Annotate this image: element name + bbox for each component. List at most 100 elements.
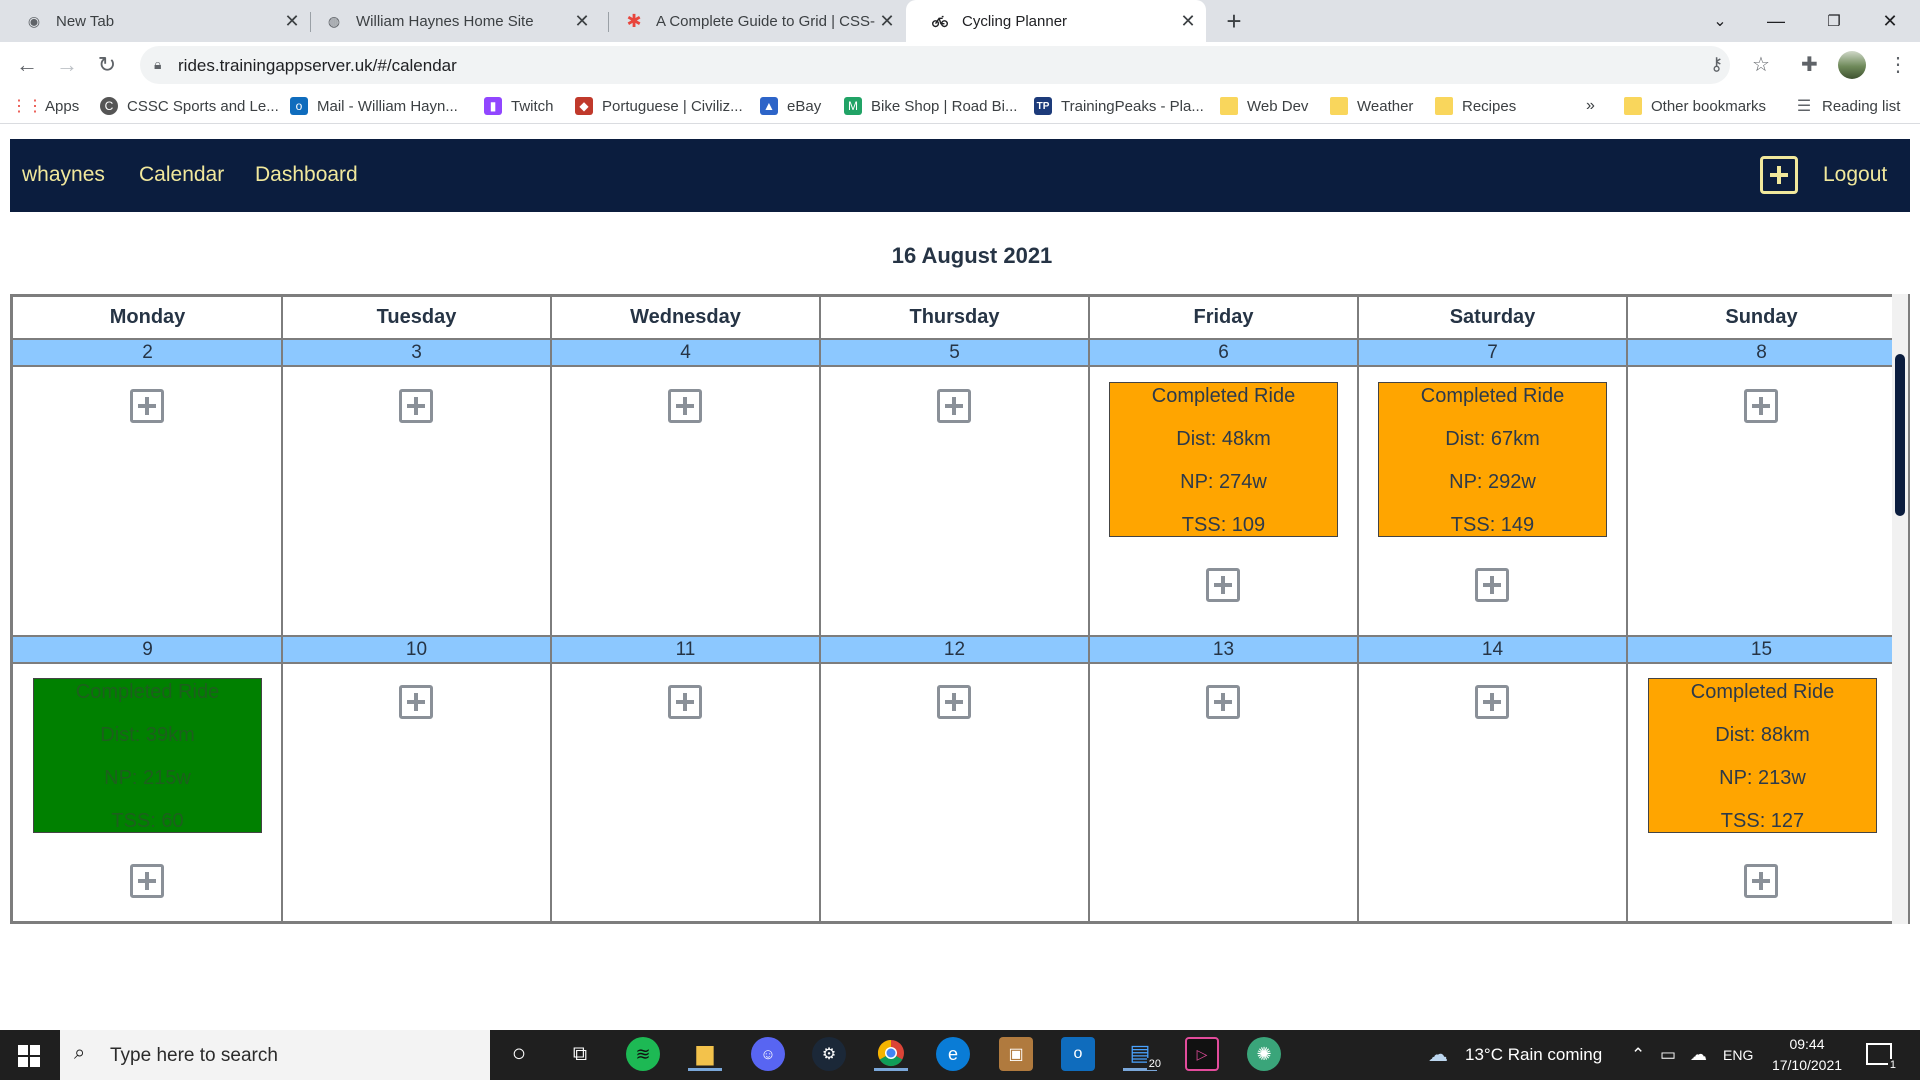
close-icon[interactable]: ✕	[570, 11, 594, 32]
chrome-icon: ◉	[27, 12, 41, 29]
add-ride-plus-icon[interactable]	[1760, 156, 1798, 194]
reading-list-button[interactable]: ☰ Reading list	[1795, 96, 1901, 116]
nav-user-link[interactable]: whaynes	[22, 163, 105, 187]
weekday-header: Monday	[109, 306, 186, 328]
add-ride-button-11[interactable]	[668, 685, 702, 719]
ride-distance: Dist: 48km	[1176, 428, 1271, 450]
edge-icon[interactable]: e	[936, 1037, 970, 1071]
ride-card[interactable]: Completed Ride Dist: 48km NP: 274w TSS: …	[1109, 382, 1338, 537]
profile-avatar[interactable]	[1838, 51, 1866, 79]
system-clock[interactable]: 09:44 17/10/2021	[1762, 1034, 1852, 1076]
tab-css-grid[interactable]: ✱ A Complete Guide to Grid | CSS-T ✕	[600, 0, 905, 42]
bookmark-cssc[interactable]: C CSSC Sports and Le...	[100, 96, 279, 116]
bookmark-folder-web-dev[interactable]: Web Dev	[1220, 96, 1308, 116]
bookmark-bike-shop[interactable]: M Bike Shop | Road Bi...	[844, 96, 1017, 116]
add-ride-button-3[interactable]	[399, 389, 433, 423]
cloud-weather-icon[interactable]: ☁	[1428, 1042, 1448, 1067]
add-ride-button-5[interactable]	[937, 389, 971, 423]
bookmark-folder-other[interactable]: Other bookmarks	[1624, 96, 1766, 116]
close-icon[interactable]: ✕	[875, 11, 899, 32]
onedrive-icon[interactable]: ☁	[1690, 1045, 1707, 1065]
battery-icon[interactable]: ▭	[1660, 1045, 1676, 1065]
nav-dashboard-link[interactable]: Dashboard	[255, 163, 358, 187]
ride-distance: Dist: 67km	[1445, 428, 1540, 450]
add-ride-button-6[interactable]	[1206, 568, 1240, 602]
ride-card[interactable]: Completed Ride Dist: 67km NP: 292w TSS: …	[1378, 382, 1607, 537]
bookmark-ebay[interactable]: ▲ eBay	[760, 96, 821, 116]
add-ride-button-14[interactable]	[1475, 685, 1509, 719]
bookmarks-overflow-chevron[interactable]: »	[1586, 96, 1595, 116]
calendar-scrollbar[interactable]	[1892, 294, 1908, 924]
add-ride-button-4[interactable]	[668, 389, 702, 423]
atom-app-icon[interactable]: ✺	[1247, 1037, 1281, 1071]
tab-william-haynes[interactable]: ◍ William Haynes Home Site ✕	[300, 0, 600, 42]
file-explorer-icon[interactable]: ▆	[688, 1037, 722, 1071]
chevron-up-icon[interactable]: ⌃	[1631, 1045, 1645, 1065]
add-ride-button-8[interactable]	[1744, 389, 1778, 423]
spotify-icon[interactable]: ≋	[626, 1037, 660, 1071]
ride-tss: TSS: 149	[1450, 514, 1535, 536]
add-ride-button-10[interactable]	[399, 685, 433, 719]
bookmark-mail[interactable]: o Mail - William Hayn...	[290, 96, 458, 116]
task-view-icon[interactable]: ⧉	[563, 1037, 597, 1071]
tab-cycling-planner[interactable]: Cycling Planner ✕	[906, 0, 1206, 42]
chrome-taskbar-icon[interactable]	[874, 1037, 908, 1071]
column-divider	[1626, 297, 1628, 921]
bookmark-star-icon[interactable]: ☆	[1752, 52, 1770, 77]
close-window-button[interactable]: ✕	[1862, 0, 1918, 42]
terminal-icon[interactable]: ▷	[1185, 1037, 1219, 1071]
menu-dots-icon[interactable]: ⋮	[1888, 52, 1908, 77]
bookmark-folder-recipes[interactable]: Recipes	[1435, 96, 1516, 116]
close-icon[interactable]: ✕	[1176, 11, 1200, 32]
app-navbar: whaynes Calendar Dashboard Logout	[10, 139, 1910, 212]
date-number: 5	[949, 342, 960, 363]
steam-icon[interactable]: ⚙	[812, 1037, 846, 1071]
restore-button[interactable]: ❐	[1806, 0, 1862, 42]
add-ride-button-13[interactable]	[1206, 685, 1240, 719]
add-ride-button-2[interactable]	[130, 389, 164, 423]
nav-calendar-link[interactable]: Calendar	[139, 163, 224, 187]
logout-link[interactable]: Logout	[1823, 163, 1887, 187]
ride-status: Completed Ride	[1151, 385, 1296, 407]
address-bar[interactable]: 🔒︎ rides.trainingappserver.uk/#/calendar…	[140, 46, 1770, 84]
tp-icon: TP	[1034, 97, 1052, 115]
weather-text[interactable]: 13°C Rain coming	[1465, 1045, 1602, 1065]
ride-card[interactable]: Completed Ride Dist: 88km NP: 213w TSS: …	[1648, 678, 1877, 833]
key-icon[interactable]: ⚷	[1710, 54, 1723, 75]
document-app-icon[interactable]: ▤ 20	[1123, 1037, 1163, 1071]
outlook-icon: o	[290, 97, 308, 115]
add-ride-button-7[interactable]	[1475, 568, 1509, 602]
game-launcher-icon[interactable]: ▣	[999, 1037, 1033, 1071]
add-ride-button-9[interactable]	[130, 864, 164, 898]
back-arrow-icon[interactable]: ←	[12, 50, 42, 80]
bookmark-trainingpeaks[interactable]: TP TrainingPeaks - Pla...	[1034, 96, 1204, 116]
column-divider	[550, 297, 552, 921]
week-date-row: 9 10 11 12 13 14 15	[13, 637, 1893, 662]
minimize-button[interactable]: —	[1748, 0, 1804, 42]
language-indicator[interactable]: ENG	[1723, 1047, 1753, 1063]
ride-np: NP: 215w	[104, 767, 191, 789]
outlook-taskbar-icon[interactable]: o	[1061, 1037, 1095, 1071]
scrollbar-thumb[interactable]	[1895, 354, 1905, 516]
tab-search-chevron-icon[interactable]: ⌄	[1692, 0, 1748, 42]
tab-new-tab[interactable]: ◉ New Tab ✕	[0, 0, 310, 42]
url-text[interactable]: rides.trainingappserver.uk/#/calendar	[178, 56, 457, 76]
cortana-icon[interactable]: ○	[502, 1037, 536, 1071]
ride-card[interactable]: Completed Ride Dist: 39km NP: 215w TSS: …	[33, 678, 262, 833]
bookmark-folder-weather[interactable]: Weather	[1330, 96, 1413, 116]
bookmark-label: Recipes	[1462, 97, 1517, 115]
add-ride-button-12[interactable]	[937, 685, 971, 719]
bookmark-apps[interactable]: ⋮⋮ Apps	[11, 96, 79, 116]
forward-arrow-icon[interactable]: →	[52, 50, 82, 80]
windows-start-icon[interactable]	[18, 1045, 40, 1067]
bookmark-portuguese[interactable]: ◆ Portuguese | Civiliz...	[575, 96, 743, 116]
tab-title: Cycling Planner	[962, 12, 1068, 30]
add-ride-button-15[interactable]	[1744, 864, 1778, 898]
new-tab-button[interactable]: +	[1218, 5, 1250, 37]
bookmark-twitch[interactable]: ▮ Twitch	[484, 96, 554, 116]
taskbar-search-box[interactable]: ⌕ Type here to search	[60, 1030, 490, 1080]
discord-icon[interactable]: ☺	[751, 1037, 785, 1071]
notification-center-icon[interactable]: 1	[1866, 1043, 1898, 1071]
reload-icon[interactable]: ↻	[92, 50, 122, 80]
extensions-puzzle-icon[interactable]: ✚	[1801, 52, 1818, 77]
